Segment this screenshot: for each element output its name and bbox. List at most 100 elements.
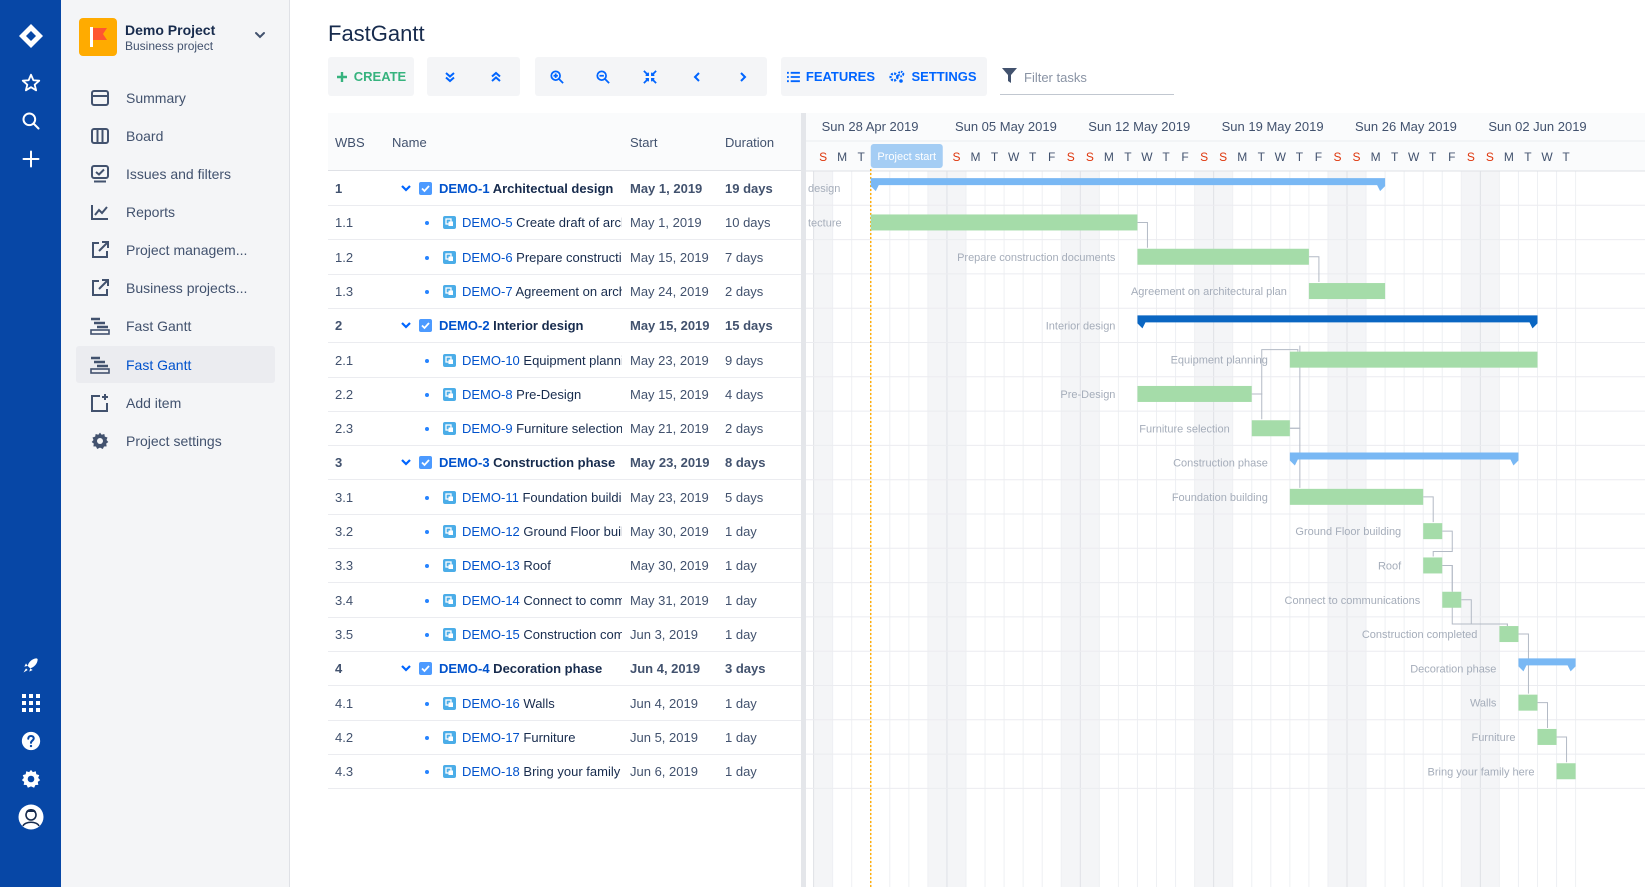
task-name[interactable]: DEMO-5 Create draft of architecture — [462, 215, 622, 230]
chevron-down-icon[interactable] — [400, 319, 412, 334]
features-button[interactable]: FEATURES — [787, 57, 875, 96]
task-bar[interactable] — [1518, 694, 1538, 711]
sidebar-item-issues[interactable]: Issues and filters — [76, 155, 275, 192]
summary-bar[interactable] — [1518, 658, 1576, 672]
task-name[interactable]: DEMO-2 Interior design — [439, 318, 624, 333]
table-row[interactable]: 2.1 DEMO-10 Equipment planning May 23, 201… — [328, 343, 801, 378]
issue-key[interactable]: DEMO-6 — [462, 250, 513, 265]
issue-key[interactable]: DEMO-12 — [462, 524, 520, 539]
column-duration[interactable]: Duration — [725, 135, 774, 150]
chevron-down-icon[interactable] — [400, 456, 412, 471]
column-name[interactable]: Name — [392, 135, 427, 150]
task-bar[interactable] — [1423, 523, 1443, 540]
issue-key[interactable]: DEMO-5 — [462, 215, 513, 230]
issue-key[interactable]: DEMO-16 — [462, 696, 520, 711]
task-name[interactable]: DEMO-3 Construction phase — [439, 455, 624, 470]
app-switcher-icon[interactable] — [14, 686, 48, 720]
rocket-icon[interactable] — [14, 648, 48, 682]
table-row[interactable]: 3.4 DEMO-14 Connect to communications May … — [328, 583, 801, 618]
jira-logo-icon[interactable] — [14, 19, 48, 53]
zoom-out-button[interactable] — [581, 57, 625, 96]
chevron-down-icon[interactable] — [400, 182, 412, 197]
issue-key[interactable]: DEMO-15 — [462, 627, 520, 642]
issue-key[interactable]: DEMO-2 — [439, 318, 490, 333]
sidebar-item-project-settings[interactable]: Project settings — [76, 422, 275, 459]
table-row-parent[interactable]: 2 DEMO-2 Interior design May 15, 2019 15 da… — [328, 308, 801, 344]
task-bar[interactable] — [870, 214, 1138, 231]
task-name[interactable]: DEMO-8 Pre-Design — [462, 387, 622, 402]
column-start[interactable]: Start — [630, 135, 657, 150]
task-bar[interactable] — [1423, 557, 1443, 574]
table-row-parent[interactable]: 1 DEMO-1 Architectual design May 1, 2019 19… — [328, 171, 801, 206]
scroll-left-button[interactable] — [675, 57, 719, 96]
table-row-parent[interactable]: 4 DEMO-4 Decoration phase Jun 4, 2019 3 day… — [328, 651, 801, 687]
filter-input[interactable] — [1024, 66, 1172, 88]
task-name[interactable]: DEMO-17 Furniture — [462, 730, 622, 745]
settings-button[interactable]: SETTINGS — [887, 57, 979, 96]
project-switcher[interactable]: Demo Project Business project — [79, 18, 265, 58]
task-name[interactable]: DEMO-1 Architectual design — [439, 181, 624, 196]
column-wbs[interactable]: WBS — [335, 135, 365, 150]
fit-to-screen-button[interactable] — [628, 57, 672, 96]
task-name[interactable]: DEMO-11 Foundation building — [462, 490, 622, 505]
star-icon[interactable] — [14, 66, 48, 100]
task-name[interactable]: DEMO-9 Furniture selection — [462, 421, 622, 436]
table-row[interactable]: 4.2 DEMO-17 Furniture Jun 5, 2019 1 day — [328, 720, 801, 755]
task-bar[interactable] — [1556, 763, 1576, 780]
task-name[interactable]: DEMO-10 Equipment planning — [462, 353, 622, 368]
issue-key[interactable]: DEMO-7 — [462, 284, 513, 299]
create-button[interactable]: CREATE — [328, 57, 414, 96]
issue-key[interactable]: DEMO-8 — [462, 387, 513, 402]
profile-avatar[interactable] — [14, 800, 48, 834]
sidebar-item-business-projects[interactable]: Business projects... — [76, 269, 275, 306]
zoom-in-button[interactable] — [535, 57, 579, 96]
issue-key[interactable]: DEMO-1 — [439, 181, 490, 196]
plus-icon[interactable] — [14, 142, 48, 176]
task-name[interactable]: DEMO-12 Ground Floor building — [462, 524, 622, 539]
table-row[interactable]: 3.3 DEMO-13 Roof May 30, 2019 1 day — [328, 548, 801, 584]
gear-icon[interactable] — [14, 762, 48, 796]
issue-key[interactable]: DEMO-3 — [439, 455, 490, 470]
table-row[interactable]: 3.2 DEMO-12 Ground Floor building May 30, … — [328, 514, 801, 549]
task-bar[interactable] — [1308, 283, 1386, 300]
task-bar[interactable] — [1499, 626, 1519, 643]
task-bar[interactable] — [1137, 385, 1252, 402]
issue-key[interactable]: DEMO-11 — [462, 490, 519, 505]
task-bar[interactable] — [1289, 488, 1424, 505]
sidebar-item-add-item[interactable]: Add item — [76, 384, 275, 421]
task-name[interactable]: DEMO-15 Construction completed — [462, 627, 622, 642]
table-row[interactable]: 3.1 DEMO-11 Foundation building May 23, 20… — [328, 480, 801, 515]
sidebar-item-board[interactable]: Board — [76, 117, 275, 154]
task-name[interactable]: DEMO-18 Bring your family — [462, 764, 622, 779]
table-row[interactable]: 4.3 DEMO-18 Bring your family Jun 6, 2019 1… — [328, 754, 801, 790]
table-row[interactable]: 2.3 DEMO-9 Furniture selection May 21, 201… — [328, 411, 801, 447]
table-row[interactable]: 3.5 DEMO-15 Construction completed Jun 3, … — [328, 617, 801, 652]
expand-all-button[interactable] — [429, 57, 471, 96]
task-name[interactable]: DEMO-16 Walls — [462, 696, 622, 711]
task-bar[interactable] — [1137, 248, 1309, 265]
sidebar-item-summary[interactable]: Summary — [76, 79, 275, 116]
task-bar[interactable] — [1251, 420, 1290, 437]
issue-key[interactable]: DEMO-13 — [462, 558, 520, 573]
task-bar[interactable] — [1289, 351, 1538, 368]
task-name[interactable]: DEMO-7 Agreement on architectural plan — [462, 284, 622, 299]
sidebar-item-reports[interactable]: Reports — [76, 193, 275, 230]
task-bar[interactable] — [1537, 728, 1557, 745]
sidebar-item-fast-gantt[interactable]: Fast Gantt — [76, 307, 275, 344]
table-row-parent[interactable]: 3 DEMO-3 Construction phase May 23, 2019 8 … — [328, 445, 801, 481]
search-icon[interactable] — [14, 104, 48, 138]
issue-key[interactable]: DEMO-10 — [462, 353, 520, 368]
task-name[interactable]: DEMO-13 Roof — [462, 558, 622, 573]
scroll-right-button[interactable] — [721, 57, 765, 96]
issue-key[interactable]: DEMO-4 — [439, 661, 490, 676]
task-name[interactable]: DEMO-4 Decoration phase — [439, 661, 624, 676]
task-name[interactable]: DEMO-6 Prepare construction documents — [462, 250, 622, 265]
sidebar-item-project-management[interactable]: Project managem... — [76, 231, 275, 268]
task-bar[interactable] — [1442, 591, 1462, 608]
sidebar-item-fast-gantt-active[interactable]: Fast Gantt — [76, 346, 275, 383]
table-row[interactable]: 4.1 DEMO-16 Walls Jun 4, 2019 1 day — [328, 686, 801, 721]
table-row[interactable]: 1.2 DEMO-6 Prepare construction documents… — [328, 240, 801, 275]
chevron-down-icon[interactable] — [400, 662, 412, 677]
help-icon[interactable] — [14, 724, 48, 758]
task-name[interactable]: DEMO-14 Connect to communications — [462, 593, 622, 608]
